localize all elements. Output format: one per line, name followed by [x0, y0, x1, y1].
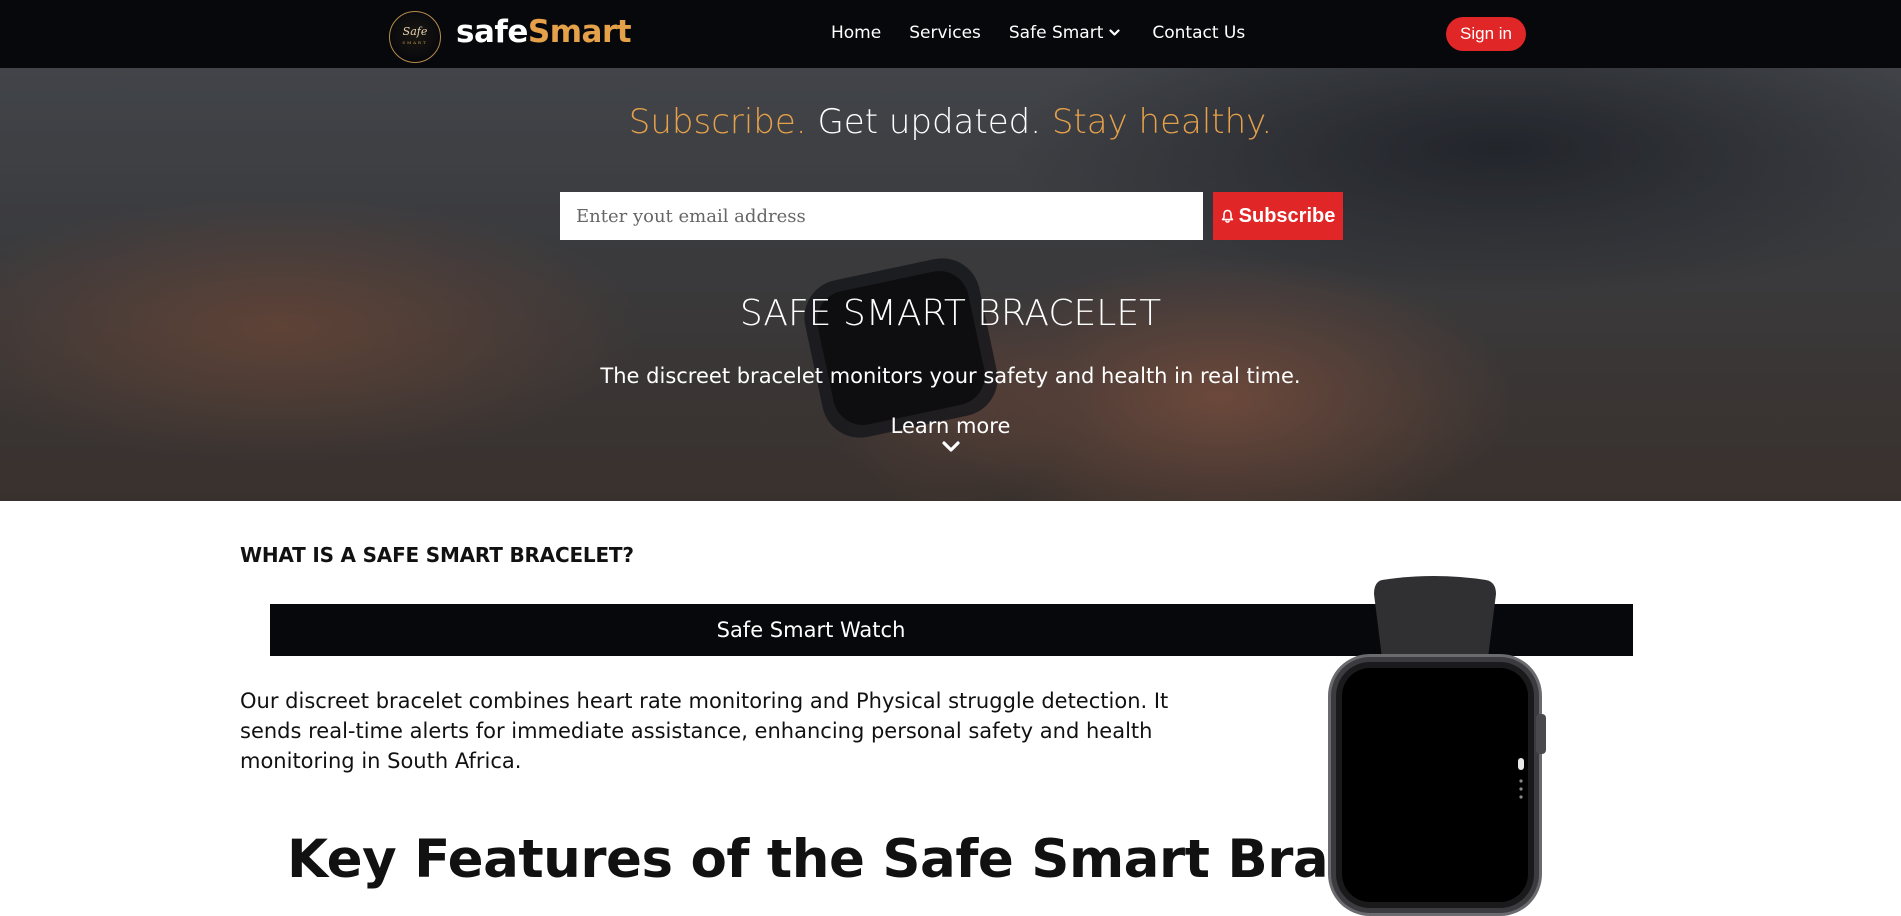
- hero-title: SAFE SMART BRACELET: [739, 293, 1162, 334]
- key-features-heading: Key Features of the Safe Smart Bracelet: [287, 829, 1473, 890]
- tagline-get-updated: Get updated.: [817, 102, 1042, 142]
- brand-name-part2: Smart: [527, 14, 632, 50]
- hero-description: The discreet bracelet monitors your safe…: [600, 364, 1301, 388]
- logo-text: Safe: [402, 25, 428, 38]
- brand-name-part1: safe: [456, 14, 528, 50]
- nav-dropdown-safe-smart[interactable]: Safe Smart: [1009, 21, 1120, 45]
- chevron-down-icon: [1109, 29, 1120, 36]
- email-input[interactable]: [560, 192, 1203, 240]
- subscribe-label: Subscribe: [1238, 204, 1336, 227]
- product-title-label: Safe Smart Watch: [716, 618, 906, 642]
- top-navbar: Safe SMART safeSmart Home Services Safe …: [0, 0, 1901, 68]
- sign-in-button[interactable]: Sign in: [1446, 17, 1526, 51]
- nav-dropdown-label: Safe Smart: [1008, 23, 1104, 43]
- hero-tagline: Subscribe. Get updated. Stay healthy.: [0, 102, 1901, 142]
- nav-link-contact-us[interactable]: Contact Us: [1152, 21, 1245, 45]
- chevron-down-icon[interactable]: [941, 440, 961, 454]
- logo-subtext: SMART: [402, 40, 428, 45]
- learn-more-label[interactable]: Learn more: [891, 414, 1011, 438]
- main-nav: Home Services Safe Smart Contact Us: [831, 21, 1245, 45]
- learn-more-link[interactable]: Learn more: [0, 413, 1901, 439]
- brand-name[interactable]: safeSmart: [456, 12, 632, 52]
- product-description: Our discreet bracelet combines heart rat…: [240, 689, 1169, 773]
- section-heading: WHAT IS A SAFE SMART BRACELET?: [240, 543, 634, 567]
- bell-icon: [1221, 209, 1233, 223]
- subscribe-button[interactable]: Subscribe: [1213, 192, 1343, 240]
- nav-link-services[interactable]: Services: [909, 21, 981, 45]
- tagline-subscribe: Subscribe.: [628, 102, 807, 142]
- nav-link-home[interactable]: Home: [831, 21, 881, 45]
- smartwatch-image: [1328, 576, 1546, 916]
- tagline-stay-healthy: Stay healthy.: [1051, 102, 1273, 142]
- brand-logo[interactable]: Safe SMART: [389, 11, 441, 63]
